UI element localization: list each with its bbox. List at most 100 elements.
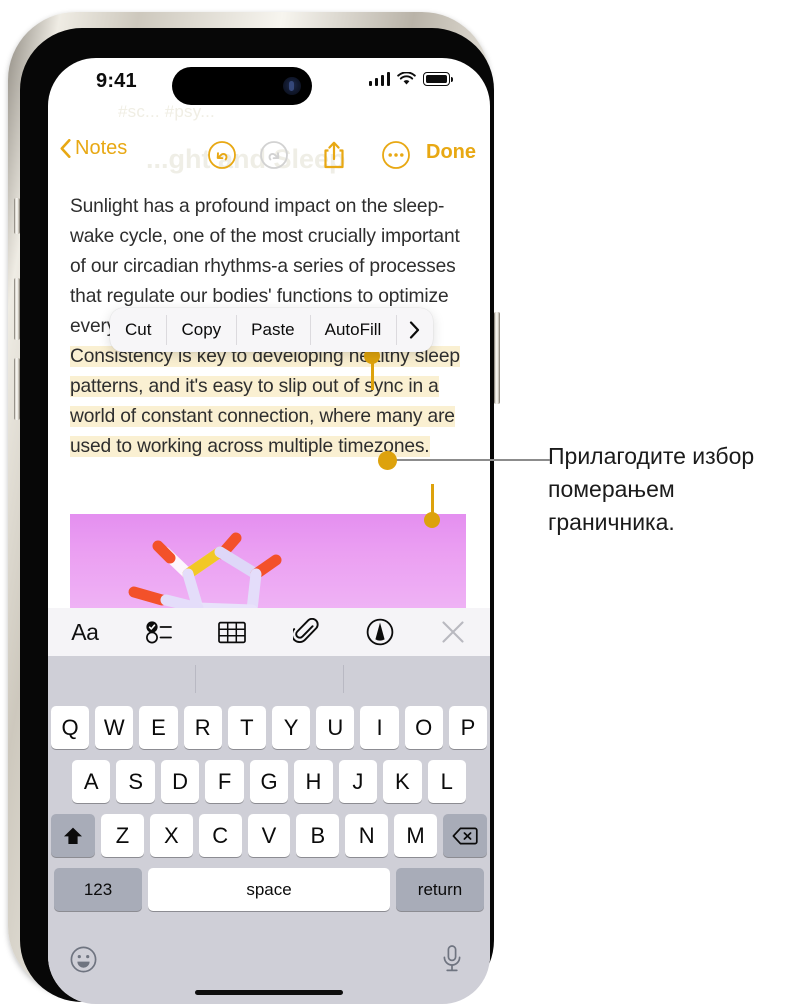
keyboard-rows: Q W E R T Y U I O P A S D F G H J K L Z … — [48, 702, 490, 911]
key-t[interactable]: T — [227, 706, 266, 749]
close-keyboard-button[interactable] — [416, 608, 490, 656]
navigation-bar: Notes Done — [48, 132, 490, 180]
predictive-text-bar[interactable] — [48, 656, 490, 702]
cellular-signal-icon — [368, 72, 390, 86]
status-indicators — [368, 72, 453, 86]
return-key[interactable]: return — [396, 868, 484, 911]
key-w[interactable]: W — [95, 706, 134, 749]
onscreen-keyboard[interactable]: Q W E R T Y U I O P A S D F G H J K L Z … — [48, 656, 490, 1004]
format-button[interactable]: Aa — [48, 608, 122, 656]
key-p[interactable]: P — [448, 706, 488, 749]
table-icon — [218, 621, 247, 643]
key-h[interactable]: H — [294, 760, 333, 803]
key-s[interactable]: S — [116, 760, 155, 803]
key-g[interactable]: G — [249, 760, 289, 803]
key-a[interactable]: A — [72, 760, 111, 803]
key-l[interactable]: L — [427, 760, 466, 803]
phone-frame: #sc... #psy... ...ght and Sleep 9:41 Not… — [8, 12, 500, 1004]
notes-format-toolbar: Aa — [48, 608, 490, 656]
key-k[interactable]: K — [383, 760, 422, 803]
prediction-slot-3[interactable] — [342, 656, 490, 702]
key-n[interactable]: N — [345, 814, 389, 857]
phone-screen: #sc... #psy... ...ght and Sleep 9:41 Not… — [48, 58, 490, 1004]
context-menu-item-paste[interactable]: Paste — [236, 308, 309, 352]
more-options-button[interactable] — [378, 137, 414, 173]
share-icon — [324, 141, 344, 169]
dictation-button[interactable] — [440, 944, 464, 979]
prediction-slot-1[interactable] — [48, 656, 195, 702]
molecule-illustration — [128, 532, 282, 608]
redo-button[interactable] — [256, 137, 292, 173]
context-menu-item-cut[interactable]: Cut — [110, 308, 166, 352]
checklist-icon — [145, 621, 172, 644]
redo-icon — [260, 141, 288, 169]
checklist-button[interactable] — [122, 608, 196, 656]
note-body[interactable]: Sunlight has a profound impact on the sl… — [48, 184, 490, 608]
note-text-selected: Consistency is key to developing healthy… — [70, 346, 460, 457]
key-r[interactable]: R — [183, 706, 222, 749]
emoji-button[interactable] — [70, 946, 97, 978]
undo-button[interactable] — [204, 137, 240, 173]
keyboard-bottom-bar — [48, 942, 490, 1004]
edit-context-menu[interactable]: Cut Copy Paste AutoFill — [110, 308, 434, 352]
callout-anchor-dot — [378, 451, 397, 470]
molecule-image[interactable] — [70, 514, 466, 608]
done-button[interactable]: Done — [426, 141, 476, 164]
undo-icon — [208, 141, 236, 169]
microphone-icon — [443, 945, 461, 972]
key-z[interactable]: Z — [101, 814, 144, 857]
power-button[interactable] — [494, 312, 500, 404]
markup-pen-icon — [366, 618, 393, 646]
key-c[interactable]: C — [198, 814, 242, 857]
key-d[interactable]: D — [160, 760, 200, 803]
key-q[interactable]: Q — [50, 706, 90, 749]
phone-bezel: #sc... #psy... ...ght and Sleep 9:41 Not… — [20, 28, 494, 1004]
dynamic-island — [172, 67, 312, 105]
shift-key[interactable] — [51, 814, 95, 857]
back-label: Notes — [75, 137, 128, 159]
key-m[interactable]: M — [394, 814, 438, 857]
delete-icon — [452, 827, 478, 844]
attachment-paperclip-icon — [292, 618, 319, 643]
selection-start-stem — [370, 360, 374, 390]
key-y[interactable]: Y — [272, 706, 311, 749]
key-u[interactable]: U — [316, 706, 355, 749]
close-icon — [442, 621, 464, 643]
table-button[interactable] — [195, 608, 269, 656]
prediction-slot-2[interactable] — [195, 656, 342, 702]
key-i[interactable]: I — [360, 706, 399, 749]
more-icon — [382, 141, 410, 169]
keyboard-row-4: 123 space return — [51, 868, 487, 911]
key-x[interactable]: X — [149, 814, 193, 857]
space-key[interactable]: space — [148, 868, 390, 911]
wifi-icon — [397, 72, 416, 85]
selection-end-dot — [424, 512, 440, 528]
status-time: 9:41 — [96, 70, 137, 92]
back-to-notes-button[interactable]: Notes — [60, 137, 127, 160]
key-f[interactable]: F — [205, 760, 244, 803]
numbers-key[interactable]: 123 — [54, 868, 142, 911]
front-camera-icon — [283, 77, 301, 95]
key-v[interactable]: V — [247, 814, 291, 857]
home-indicator[interactable] — [195, 989, 343, 995]
context-menu-more-button[interactable] — [396, 308, 433, 352]
delete-key[interactable] — [443, 814, 488, 857]
context-menu-item-autofill[interactable]: AutoFill — [309, 308, 397, 352]
keyboard-row-2: A S D F G H J K L — [51, 760, 487, 803]
key-o[interactable]: O — [404, 706, 443, 749]
callout-label: Прилагодите избор померањем граничника. — [548, 443, 755, 535]
attachment-button[interactable] — [269, 608, 343, 656]
shift-icon — [64, 827, 82, 844]
format-aa-icon: Aa — [71, 618, 99, 645]
key-e[interactable]: E — [139, 706, 178, 749]
keyboard-row-1: Q W E R T Y U I O P — [50, 706, 488, 749]
markup-button[interactable] — [343, 608, 417, 656]
emoji-icon — [70, 946, 97, 973]
battery-icon — [423, 72, 453, 86]
key-j[interactable]: J — [338, 760, 378, 803]
key-b[interactable]: B — [296, 814, 340, 857]
share-button[interactable] — [316, 137, 352, 173]
context-menu-item-copy[interactable]: Copy — [166, 308, 236, 352]
chevron-right-icon — [410, 321, 420, 339]
callout-leader-line — [392, 459, 550, 461]
